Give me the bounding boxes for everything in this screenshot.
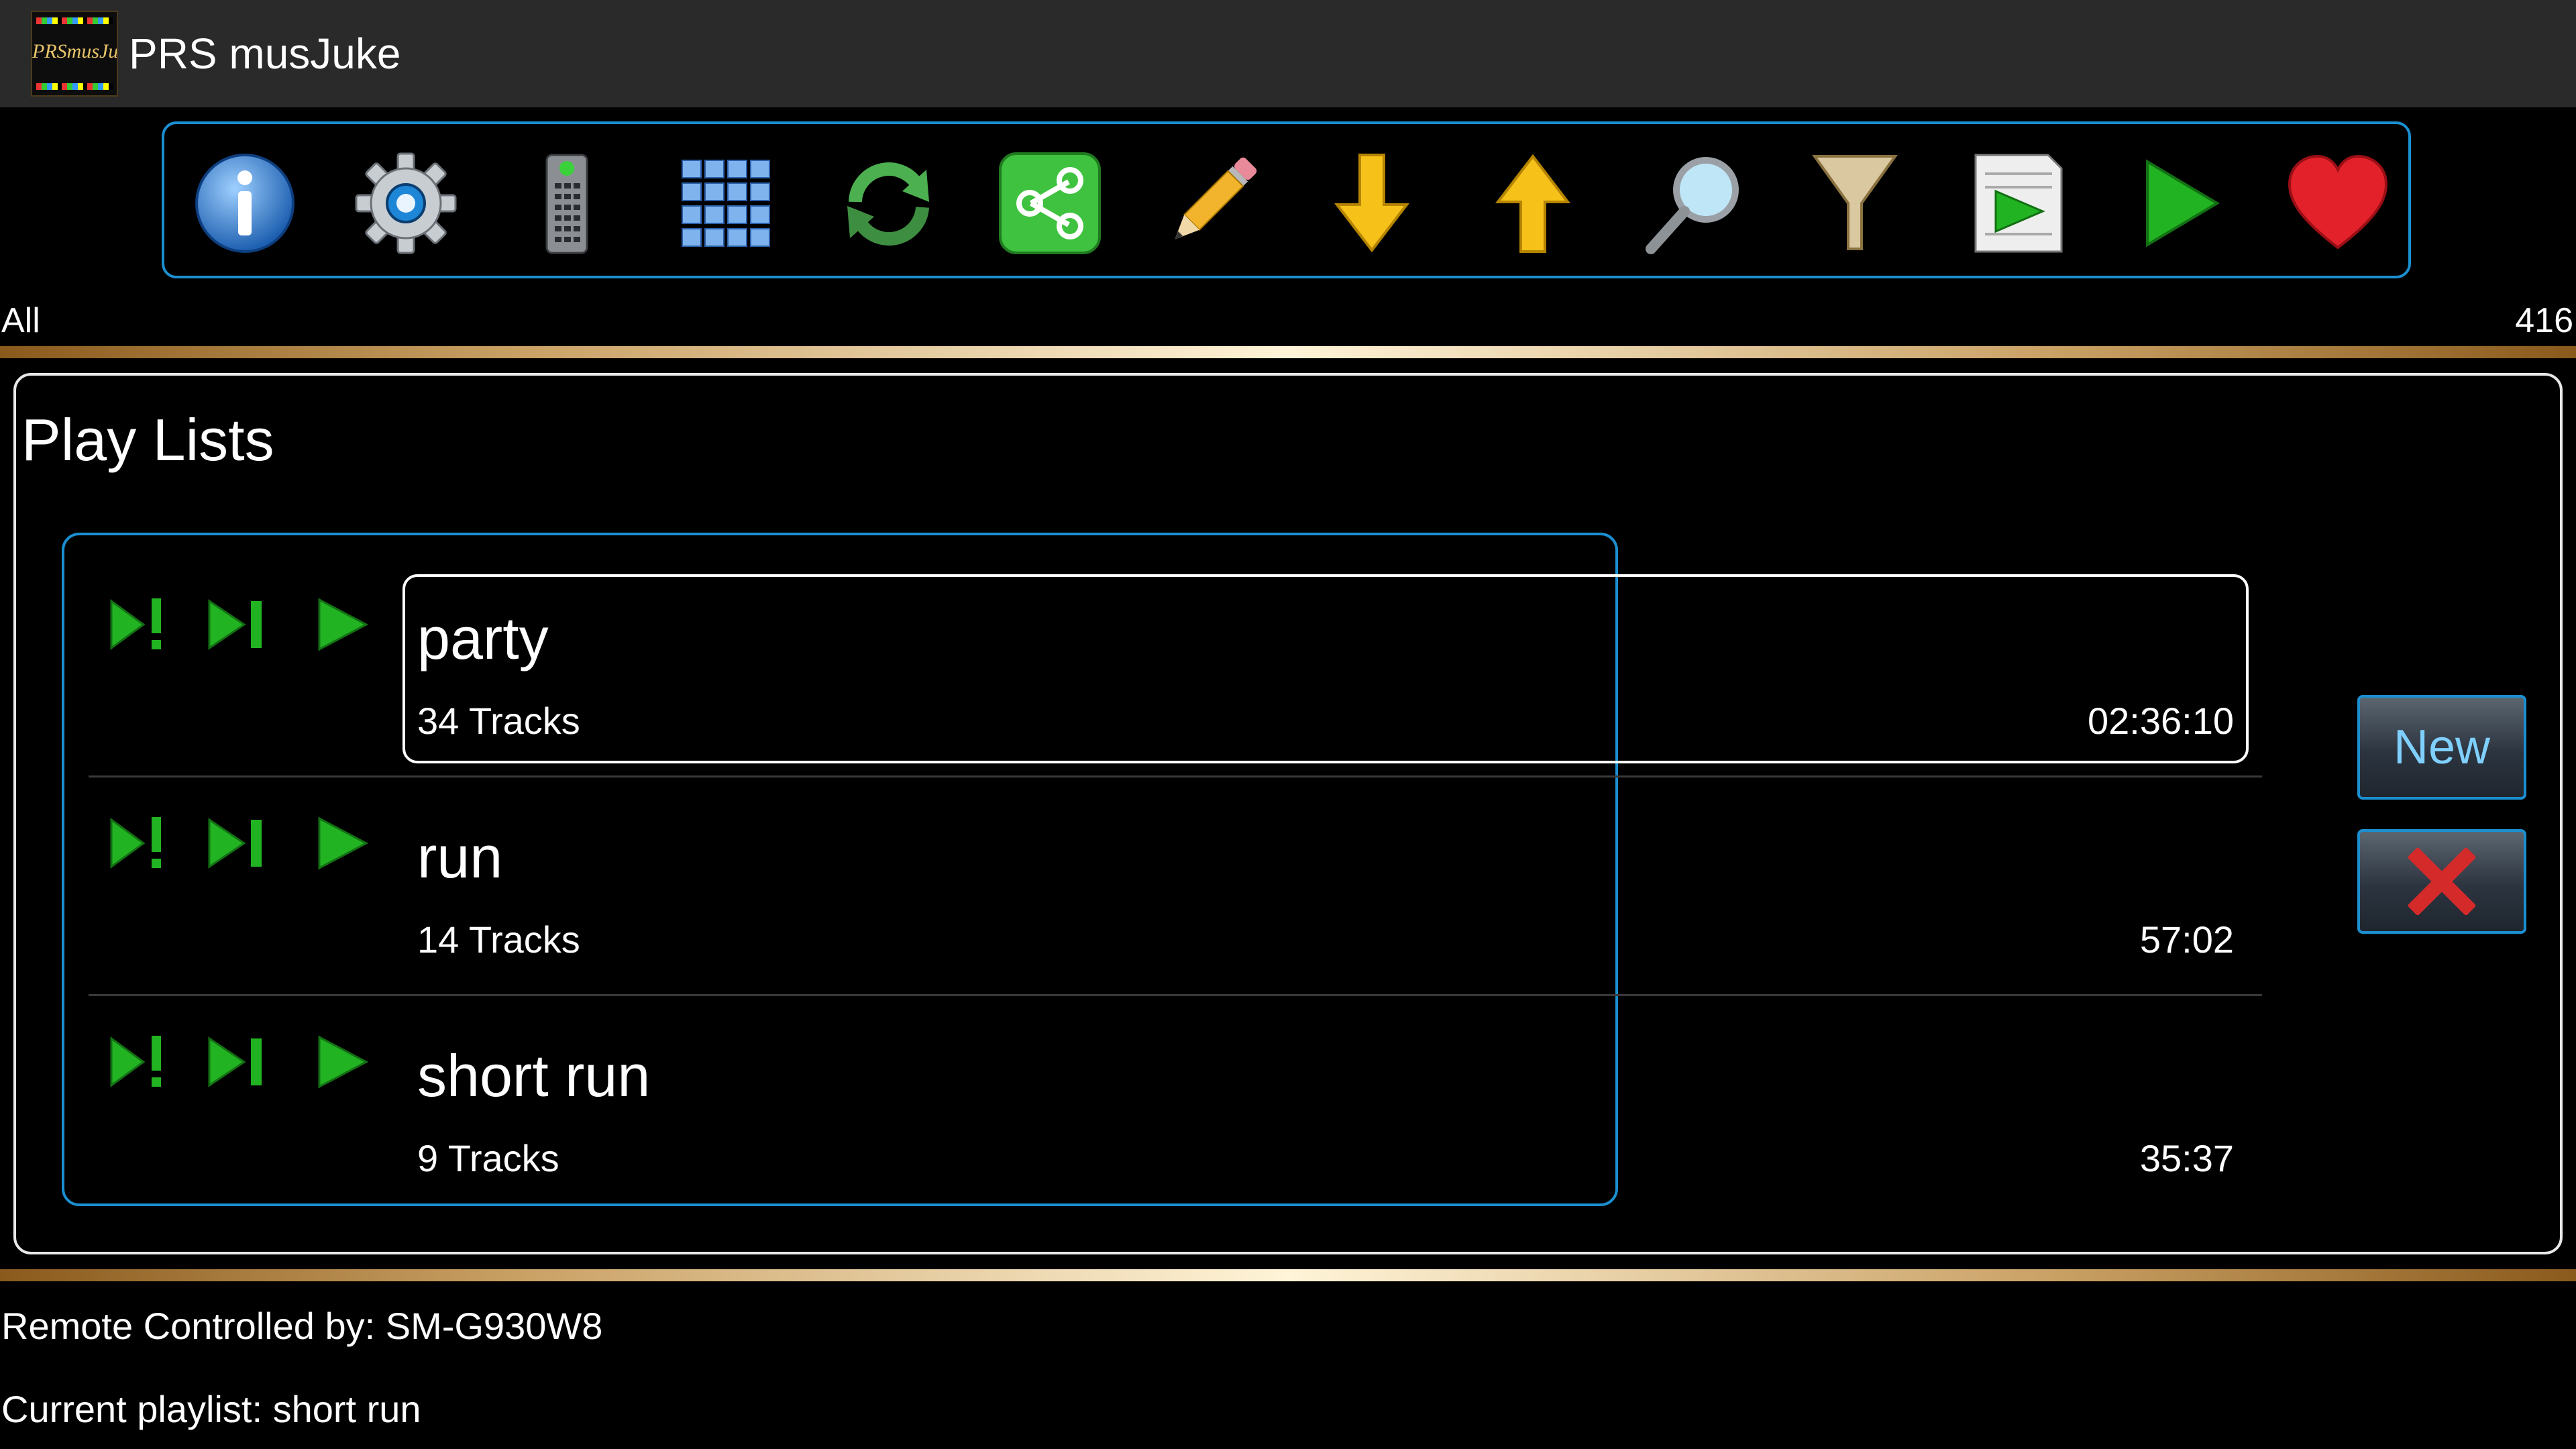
filter-icon bbox=[1812, 155, 1898, 250]
play-next-icon bbox=[110, 598, 161, 650]
row-divider bbox=[89, 775, 2262, 777]
toolbar bbox=[162, 121, 2411, 278]
play-next-button[interactable] bbox=[106, 806, 180, 880]
playlist-button[interactable] bbox=[1962, 150, 2070, 257]
playlist-duration: 02:36:10 bbox=[2088, 700, 2234, 742]
playlist-name: party bbox=[417, 605, 549, 672]
search-icon bbox=[1646, 157, 1739, 254]
playlist-card[interactable]: short run 9 Tracks 35:37 bbox=[402, 1012, 2249, 1201]
play-playlist-button[interactable] bbox=[307, 806, 381, 880]
row-divider bbox=[89, 994, 2262, 996]
play-next-button[interactable] bbox=[106, 588, 180, 661]
playlist-name: run bbox=[417, 824, 503, 890]
play-icon bbox=[2146, 159, 2220, 248]
play-next-icon bbox=[110, 1036, 161, 1087]
filter-button[interactable] bbox=[1801, 150, 1909, 257]
app-bar: PRSmusJuke PRS musJuke bbox=[0, 0, 2576, 107]
playlist-tracks: 34 Tracks bbox=[417, 700, 580, 742]
playlist-row[interactable]: party 34 Tracks 02:36:10 bbox=[89, 574, 2249, 775]
play-icon bbox=[318, 598, 369, 651]
arrow-down-icon bbox=[1334, 154, 1410, 253]
info-icon bbox=[195, 154, 294, 253]
grid-button[interactable] bbox=[674, 150, 782, 257]
heart-icon bbox=[2288, 154, 2388, 250]
remote-control-icon bbox=[545, 154, 588, 254]
playlist-tracks: 9 Tracks bbox=[417, 1137, 559, 1179]
grid-icon bbox=[682, 160, 770, 247]
playlist-row[interactable]: short run 9 Tracks 35:37 bbox=[89, 1012, 2234, 1213]
skip-next-icon bbox=[208, 1036, 262, 1087]
playlist-row[interactable]: run 14 Tracks 57:02 bbox=[89, 793, 2234, 994]
skip-next-button[interactable] bbox=[204, 1025, 278, 1099]
divider-bottom bbox=[0, 1269, 2576, 1281]
move-up-button[interactable] bbox=[1479, 150, 1587, 257]
favorite-button[interactable] bbox=[2284, 150, 2392, 257]
new-playlist-button[interactable]: New bbox=[2357, 695, 2526, 800]
close-icon bbox=[2407, 847, 2477, 916]
playlist-icon bbox=[1974, 154, 2063, 253]
playlist-duration: 57:02 bbox=[2139, 918, 2234, 961]
playlist-duration: 35:37 bbox=[2139, 1137, 2234, 1179]
share-button[interactable] bbox=[996, 150, 1104, 257]
play-icon bbox=[318, 816, 369, 870]
filter-label: All bbox=[1, 301, 40, 340]
settings-button[interactable] bbox=[352, 150, 460, 257]
play-next-button[interactable] bbox=[106, 1025, 180, 1099]
remote-button[interactable] bbox=[513, 150, 621, 257]
search-button[interactable] bbox=[1640, 150, 1748, 257]
panel-title: Play Lists bbox=[21, 407, 274, 473]
track-count: 416 bbox=[2515, 301, 2573, 340]
pencil-icon bbox=[1175, 157, 1257, 239]
playlist-name: short run bbox=[417, 1042, 651, 1109]
move-down-button[interactable] bbox=[1318, 150, 1426, 257]
play-playlist-button[interactable] bbox=[307, 588, 381, 661]
share-icon bbox=[999, 152, 1101, 254]
logo-text: PRSmusJuke bbox=[32, 40, 118, 62]
current-playlist-status: Current playlist: short run bbox=[1, 1388, 421, 1430]
play-button[interactable] bbox=[2123, 150, 2231, 257]
skip-next-button[interactable] bbox=[204, 588, 278, 661]
skip-next-button[interactable] bbox=[204, 806, 278, 880]
info-button[interactable] bbox=[191, 150, 299, 257]
playlist-tracks: 14 Tracks bbox=[417, 918, 580, 961]
edit-button[interactable] bbox=[1157, 150, 1265, 257]
delete-playlist-button[interactable] bbox=[2357, 829, 2526, 934]
skip-next-icon bbox=[208, 599, 262, 650]
refresh-icon bbox=[847, 162, 929, 246]
play-playlist-button[interactable] bbox=[307, 1025, 381, 1099]
playlist-card[interactable]: party 34 Tracks 02:36:10 bbox=[402, 574, 2249, 763]
refresh-button[interactable] bbox=[835, 150, 943, 257]
divider-top bbox=[0, 346, 2576, 358]
arrow-up-icon bbox=[1495, 154, 1571, 253]
gear-icon bbox=[355, 152, 457, 254]
skip-next-icon bbox=[208, 818, 262, 869]
remote-status: Remote Controlled by: SM-G930W8 bbox=[1, 1305, 603, 1347]
app-title: PRS musJuke bbox=[129, 30, 401, 78]
playlist-card[interactable]: run 14 Tracks 57:02 bbox=[402, 793, 2249, 982]
play-icon bbox=[318, 1035, 369, 1089]
play-next-icon bbox=[110, 817, 161, 869]
app-logo: PRSmusJuke bbox=[31, 11, 118, 97]
